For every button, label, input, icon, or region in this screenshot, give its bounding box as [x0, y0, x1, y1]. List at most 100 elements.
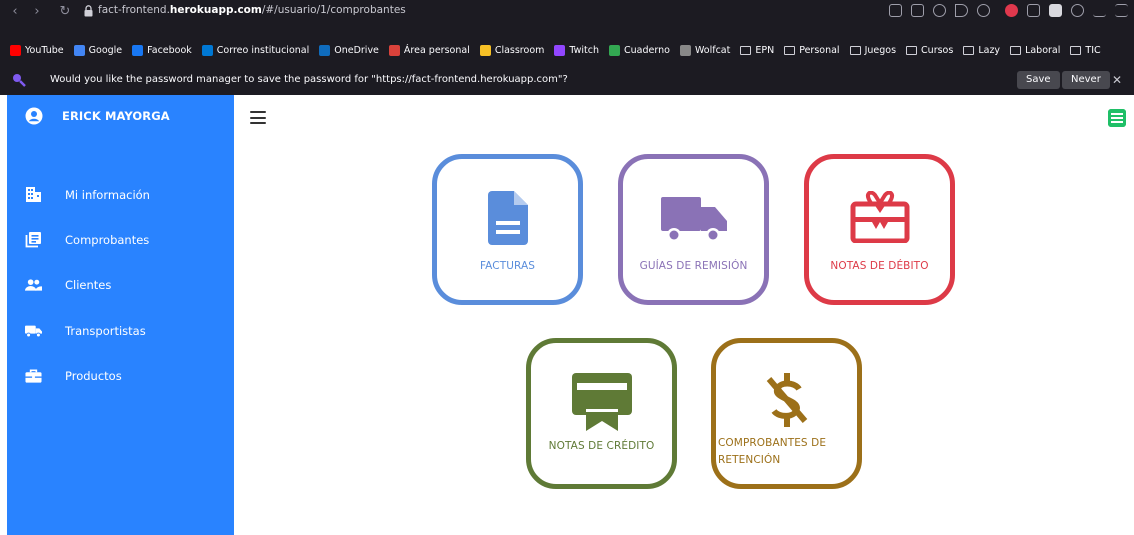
- folder-icon: [1070, 45, 1082, 55]
- send-icon[interactable]: [955, 4, 968, 17]
- favicon-icon: [201, 44, 213, 56]
- forward-icon[interactable]: ›: [28, 3, 46, 21]
- favicon-icon: [73, 44, 85, 56]
- user-name: ERICK MAYORGA: [62, 109, 170, 123]
- back-icon[interactable]: ‹: [6, 3, 24, 21]
- save-password-button[interactable]: Save: [1017, 71, 1060, 89]
- bookmark-label: EPN: [755, 44, 775, 56]
- users-icon: [25, 276, 42, 293]
- bookmark-label: Juegos: [864, 44, 897, 56]
- hamburger-menu-icon[interactable]: [250, 111, 266, 124]
- sidebar-item-mi-informacion[interactable]: Mi información: [25, 186, 150, 203]
- shield-icon[interactable]: [933, 4, 946, 17]
- truck-icon: [660, 197, 727, 242]
- card-facturas[interactable]: FACTURAS: [432, 154, 583, 305]
- document-list-icon: [25, 231, 42, 248]
- bookmark-item[interactable]: Classroom: [479, 44, 545, 56]
- url-host: herokuapp.com: [169, 4, 262, 16]
- card-comprobantes-de-retencion[interactable]: COMPROBANTES DE RETENCIÓN: [711, 338, 862, 489]
- bookmark-item[interactable]: Cursos: [906, 45, 953, 56]
- bookmark-item[interactable]: TIC: [1070, 45, 1101, 56]
- password-prompt-text: Would you like the password manager to s…: [50, 74, 568, 85]
- url-bar-row: ‹ › ↻ fact-frontend.herokuapp.com/#/usua…: [0, 0, 1134, 24]
- bookmark-label: YouTube: [25, 44, 64, 56]
- bookmark-label: Laboral: [1025, 44, 1061, 56]
- screenshot-icon[interactable]: [889, 4, 902, 17]
- favicon-icon: [479, 44, 491, 56]
- bookmark-item[interactable]: Juegos: [849, 44, 897, 56]
- bookmark-item[interactable]: YouTube: [10, 44, 64, 56]
- card-guias-de-remision[interactable]: GUÍAS DE REMISIÓN: [618, 154, 769, 305]
- card-label: NOTAS DE DÉBITO: [830, 260, 929, 272]
- bookmark-item[interactable]: OneDrive: [319, 44, 379, 56]
- building-icon: [25, 186, 42, 203]
- folder-icon: [784, 45, 796, 55]
- camera-icon[interactable]: [911, 4, 924, 17]
- bookmark-item[interactable]: Twitch: [554, 44, 599, 56]
- bookmark-item[interactable]: Área personal: [388, 44, 470, 56]
- pocket-icon[interactable]: [977, 4, 990, 17]
- favicon-icon: [554, 44, 566, 56]
- never-button[interactable]: Never: [1062, 71, 1110, 89]
- card-label: NOTAS DE CRÉDITO: [548, 440, 655, 452]
- bookmark-label: Cuaderno: [624, 44, 670, 56]
- user-profile[interactable]: ERICK MAYORGA: [25, 107, 170, 125]
- gift-card-icon: [850, 191, 909, 243]
- sidebar-item-label: Mi información: [65, 187, 150, 202]
- card-label: COMPROBANTES DE RETENCIÓN: [716, 435, 857, 469]
- bookmark-label: Correo institucional: [216, 44, 310, 56]
- folder-icon: [963, 45, 975, 55]
- bookmark-item[interactable]: Laboral: [1010, 45, 1060, 56]
- app-logo-icon[interactable]: [1108, 109, 1126, 127]
- card-notas-de-credito[interactable]: NOTAS DE CRÉDITO: [526, 338, 677, 489]
- browser-chrome: ‹ › ↻ fact-frontend.herokuapp.com/#/usua…: [0, 0, 1134, 95]
- user-circle-icon: [25, 107, 43, 125]
- sidebar-item-label: Clientes: [65, 277, 112, 292]
- card-label: FACTURAS: [479, 260, 536, 272]
- bookmark-label: OneDrive: [334, 44, 379, 56]
- address-bar[interactable]: fact-frontend.herokuapp.com/#/usuario/1/…: [98, 4, 406, 16]
- card-label-line2: RETENCIÓN: [718, 454, 781, 466]
- favicon-icon: [10, 44, 21, 56]
- url-prefix: fact-frontend.: [98, 4, 170, 16]
- bookmark-item[interactable]: Cuaderno: [609, 44, 670, 56]
- bookmark-label: Classroom: [494, 44, 545, 56]
- profile-icon[interactable]: [1049, 4, 1062, 17]
- bookmark-item[interactable]: Lazy: [963, 45, 1000, 56]
- menu-icon[interactable]: [1115, 4, 1128, 17]
- sidebar-item-productos[interactable]: Productos: [25, 367, 122, 384]
- briefcase-icon: [25, 367, 42, 384]
- bookmark-label: Google: [88, 44, 123, 56]
- favicon-icon: [609, 44, 620, 56]
- adblock-icon[interactable]: [1005, 4, 1018, 17]
- card-notas-de-debito[interactable]: NOTAS DE DÉBITO: [804, 154, 955, 305]
- url-path: /#/usuario/1/comprobantes: [261, 4, 406, 16]
- favicon-icon: [388, 44, 400, 56]
- sidebar-item-clientes[interactable]: Clientes: [25, 276, 111, 293]
- bookmark-item[interactable]: Wolfcat: [679, 44, 730, 56]
- invoice-document-icon: [487, 191, 528, 245]
- sidebar-item-label: Comprobantes: [65, 232, 150, 247]
- sidebar-item-comprobantes[interactable]: Comprobantes: [25, 231, 149, 248]
- password-save-bar: Would you like the password manager to s…: [0, 65, 1134, 95]
- close-icon[interactable]: ✕: [1112, 73, 1122, 87]
- card-label: GUÍAS DE REMISIÓN: [639, 260, 748, 272]
- extension-icon[interactable]: [1027, 4, 1040, 17]
- lock-icon[interactable]: [84, 5, 93, 17]
- bookmark-item[interactable]: EPN: [740, 45, 774, 56]
- credit-certificate-icon: [571, 373, 632, 431]
- bookmark-label: Lazy: [978, 44, 1001, 56]
- favicon-icon: [679, 44, 691, 56]
- puzzle-icon[interactable]: [1071, 4, 1084, 17]
- bookmark-item[interactable]: Correo institucional: [201, 44, 310, 56]
- dollar-off-icon: [766, 373, 807, 427]
- key-icon: [13, 74, 26, 87]
- download-icon[interactable]: [1093, 4, 1106, 17]
- bookmark-item[interactable]: Google: [73, 44, 123, 56]
- sidebar-item-transportistas[interactable]: Transportistas: [25, 322, 146, 339]
- bookmarks-bar: YouTube Google Facebook Correo instituciona…: [0, 40, 1134, 60]
- bookmark-item[interactable]: Facebook: [132, 44, 192, 56]
- favicon-icon: [319, 44, 331, 56]
- bookmark-item[interactable]: Personal: [784, 45, 840, 56]
- reload-icon[interactable]: ↻: [56, 3, 74, 21]
